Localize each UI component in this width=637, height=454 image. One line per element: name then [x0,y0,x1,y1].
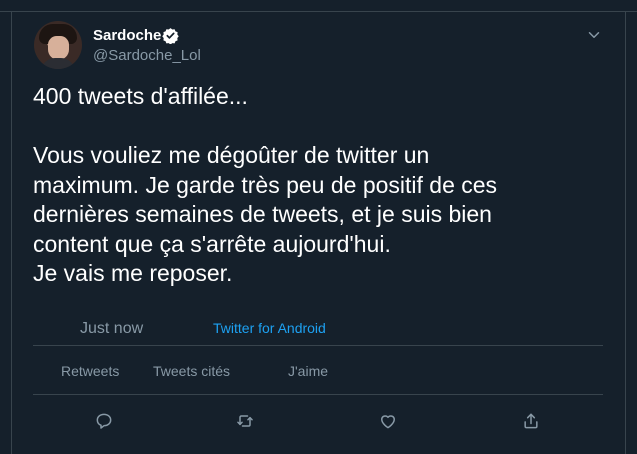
likes-stat[interactable]: J'aime [288,363,328,379]
display-name[interactable]: Sardoche [93,27,161,44]
timestamp[interactable]: Just now [80,320,143,338]
share-button[interactable] [519,409,543,433]
tweet-text-line: dernières semaines de tweets, et je suis… [33,201,492,227]
quote-tweets-stat[interactable]: Tweets cités [153,363,230,379]
divider [33,394,603,395]
verified-badge-icon [162,28,179,44]
divider [33,345,603,346]
tweet-text-line: Je vais me reposer. [33,260,233,286]
tweet-text-line: 400 tweets d'affilée... [33,83,248,109]
like-button[interactable] [376,409,400,433]
like-icon [381,415,395,429]
tweet-text-line: content que ça s'arrête aujourd'hui. [33,230,391,257]
source-link[interactable]: Twitter for Android [213,320,326,336]
retweets-stat[interactable]: Retweets [61,363,119,379]
avatar[interactable] [34,21,82,69]
handle[interactable]: @Sardoche_Lol [93,47,201,64]
tweet-text: 400 tweets d'affilée... Vous vouliez me … [33,82,608,289]
avatar-shirt [41,58,75,69]
tweet-text-line: Vous vouliez me dégoûter de twitter un [33,142,430,168]
retweet-icon [237,415,253,427]
chevron-down-icon[interactable] [585,26,603,44]
retweet-button[interactable] [233,409,257,433]
avatar-face [48,36,69,60]
tweet-text-line: maximum. Je garde très peu de positif de… [33,171,498,198]
share-icon [524,413,538,429]
reply-icon [96,413,112,429]
reply-button[interactable] [92,409,116,433]
